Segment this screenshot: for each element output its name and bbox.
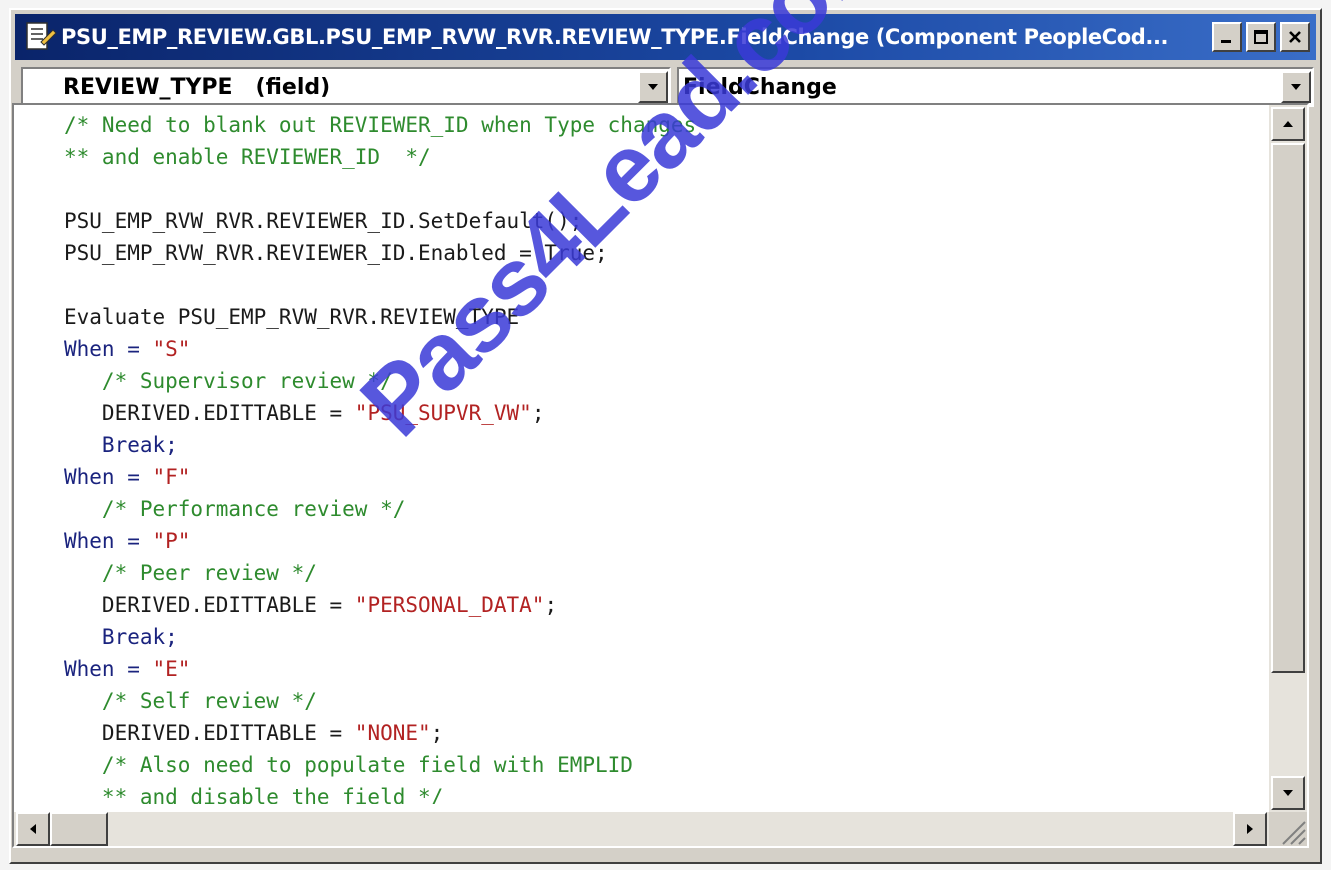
arrow-down-icon <box>1283 790 1293 796</box>
title-bar[interactable]: PSU_EMP_REVIEW.GBL.PSU_EMP_RVW_RVR.REVIE… <box>15 14 1316 60</box>
code-line[interactable]: DERIVED.EDITTABLE = "PERSONAL_DATA"; <box>64 589 1261 621</box>
code-line[interactable]: DERIVED.EDITTABLE = "NONE"; <box>64 717 1261 749</box>
code-token: ; <box>430 721 444 745</box>
code-token: PSU_EMP_RVW_RVR.REVIEWER_ID.SetDefault()… <box>64 209 583 233</box>
code-line[interactable]: /* Self review */ <box>64 685 1261 717</box>
code-token: PSU_EMP_RVW_RVR.REVIEWER_ID.Enabled = Tr… <box>64 241 608 265</box>
code-token: DERIVED.EDITTABLE = <box>64 401 355 425</box>
code-token: "PERSONAL_DATA" <box>354 593 545 617</box>
code-line[interactable]: When = "S" <box>64 333 1261 365</box>
code-line[interactable]: When = "P" <box>64 525 1261 557</box>
code-token: /* Also need to populate field with EMPL… <box>64 753 633 777</box>
code-token: "NONE" <box>354 721 431 745</box>
horizontal-scroll-thumb[interactable] <box>50 812 108 846</box>
code-editor[interactable]: /* Need to blank out REVIEWER_ID when Ty… <box>12 103 1309 848</box>
code-token: When = <box>64 465 153 489</box>
code-token: ** and disable the field */ <box>64 785 444 804</box>
code-line[interactable]: ** and enable REVIEWER_ID */ <box>64 141 1261 173</box>
code-token: "S" <box>152 337 191 361</box>
code-line[interactable]: /* Supervisor review */ <box>64 365 1261 397</box>
code-token: When = <box>64 657 153 681</box>
resize-grip[interactable] <box>1269 812 1307 846</box>
object-dropdown[interactable]: REVIEW_TYPE (field) <box>21 67 671 107</box>
code-token: /* Peer review */ <box>64 561 317 585</box>
code-token: "PSU_SUPVR_VW" <box>354 401 532 425</box>
code-token: "P" <box>152 529 191 553</box>
code-line[interactable]: Break; <box>64 621 1261 653</box>
arrow-left-icon <box>30 824 36 834</box>
code-token: ** and enable REVIEWER_ID */ <box>64 145 431 169</box>
code-line[interactable] <box>64 269 1261 301</box>
code-line[interactable]: /* Peer review */ <box>64 557 1261 589</box>
scroll-down-button[interactable] <box>1271 776 1305 810</box>
object-dropdown-button[interactable] <box>638 71 668 103</box>
code-line[interactable]: When = "F" <box>64 461 1261 493</box>
code-line[interactable]: DERIVED.EDITTABLE = "PSU_SUPVR_VW"; <box>64 397 1261 429</box>
code-line[interactable] <box>64 173 1261 205</box>
code-token: /* Self review */ <box>64 689 317 713</box>
code-line[interactable]: Evaluate PSU_EMP_RVW_RVR.REVIEW_TYPE <box>64 301 1261 333</box>
event-dropdown-button[interactable] <box>1281 71 1311 103</box>
code-token: "F" <box>152 465 191 489</box>
horizontal-scrollbar[interactable] <box>14 812 1269 846</box>
code-line[interactable]: PSU_EMP_RVW_RVR.REVIEWER_ID.Enabled = Tr… <box>64 237 1261 269</box>
minimize-icon <box>1221 40 1231 43</box>
peoplecode-document-icon <box>26 22 57 50</box>
event-dropdown-value: FieldChange <box>683 74 837 100</box>
scroll-right-button[interactable] <box>1233 812 1267 846</box>
maximize-icon <box>1254 30 1268 44</box>
code-line[interactable]: When = "E" <box>64 653 1261 685</box>
maximize-button[interactable] <box>1246 22 1276 52</box>
event-dropdown[interactable]: FieldChange <box>677 67 1314 107</box>
code-line[interactable]: /* Also need to populate field with EMPL… <box>64 749 1261 781</box>
code-text-area[interactable]: /* Need to blank out REVIEWER_ID when Ty… <box>64 109 1261 804</box>
close-button[interactable] <box>1280 22 1310 52</box>
code-token: ; <box>531 401 545 425</box>
arrow-up-icon <box>1283 121 1293 127</box>
code-token: Evaluate PSU_EMP_RVW_RVR.REVIEW_TYPE <box>64 305 520 329</box>
code-token: Break; <box>64 625 178 649</box>
code-token: Break; <box>64 433 178 457</box>
code-line[interactable]: Break; <box>64 429 1261 461</box>
vertical-scrollbar[interactable] <box>1269 105 1307 812</box>
window-title: PSU_EMP_REVIEW.GBL.PSU_EMP_RVW_RVR.REVIE… <box>61 25 1169 49</box>
minimize-button[interactable] <box>1212 22 1242 52</box>
code-token: When = <box>64 529 153 553</box>
code-token: /* Supervisor review */ <box>64 369 393 393</box>
code-line[interactable]: /* Need to blank out REVIEWER_ID when Ty… <box>64 109 1261 141</box>
code-token: ; <box>544 593 558 617</box>
code-token: When = <box>64 337 153 361</box>
scroll-up-button[interactable] <box>1271 107 1305 141</box>
chevron-down-icon <box>648 84 658 90</box>
code-line[interactable]: /* Performance review */ <box>64 493 1261 525</box>
code-token: /* Need to blank out REVIEWER_ID when Ty… <box>64 113 697 137</box>
scroll-left-button[interactable] <box>16 812 50 846</box>
chevron-down-icon <box>1291 84 1301 90</box>
code-token: /* Performance review */ <box>64 497 406 521</box>
vertical-scroll-thumb[interactable] <box>1271 143 1305 673</box>
resize-grip-icon <box>1282 821 1306 845</box>
close-icon <box>1289 31 1301 43</box>
code-line[interactable]: PSU_EMP_RVW_RVR.REVIEWER_ID.SetDefault()… <box>64 205 1261 237</box>
arrow-right-icon <box>1247 824 1253 834</box>
object-dropdown-value: REVIEW_TYPE (field) <box>63 74 331 100</box>
code-token: "E" <box>152 657 191 681</box>
code-token: DERIVED.EDITTABLE = <box>64 721 355 745</box>
code-token: DERIVED.EDITTABLE = <box>64 593 355 617</box>
code-line[interactable]: ** and disable the field */ <box>64 781 1261 804</box>
